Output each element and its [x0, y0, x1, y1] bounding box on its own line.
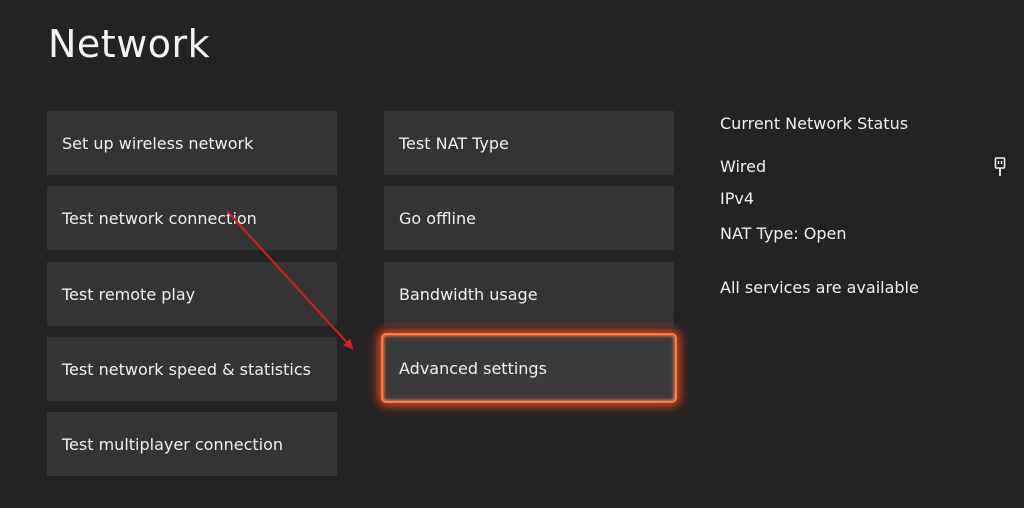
ip-protocol: IPv4	[720, 189, 755, 208]
tile-label: Go offline	[399, 208, 476, 228]
services-status: All services are available	[720, 278, 919, 297]
tile-label: Test remote play	[62, 284, 196, 304]
tile-label: Test NAT Type	[399, 133, 509, 153]
test-remote-play-button[interactable]: Test remote play	[47, 262, 337, 326]
bandwidth-usage-button[interactable]: Bandwidth usage	[384, 262, 674, 326]
tile-label: Test network speed & statistics	[62, 359, 311, 379]
set-up-wireless-network-button[interactable]: Set up wireless network	[47, 111, 337, 175]
test-nat-type-button[interactable]: Test NAT Type	[384, 111, 674, 175]
status-heading: Current Network Status	[720, 114, 909, 133]
page-title: Network	[48, 22, 211, 66]
test-network-connection-button[interactable]: Test network connection	[47, 186, 337, 250]
tile-label: Test multiplayer connection	[62, 434, 284, 454]
test-multiplayer-connection-button[interactable]: Test multiplayer connection	[47, 412, 337, 476]
nat-type-status: NAT Type: Open	[720, 224, 847, 243]
tile-label: Bandwidth usage	[399, 284, 538, 304]
advanced-settings-button[interactable]: Advanced settings	[381, 333, 677, 403]
tile-label: Advanced settings	[399, 358, 547, 378]
ethernet-plug-icon	[994, 157, 1006, 176]
go-offline-button[interactable]: Go offline	[384, 186, 674, 250]
tile-label: Set up wireless network	[62, 133, 254, 153]
tile-label: Test network connection	[62, 208, 257, 228]
connection-type: Wired	[720, 157, 767, 176]
test-network-speed-button[interactable]: Test network speed & statistics	[47, 337, 337, 401]
